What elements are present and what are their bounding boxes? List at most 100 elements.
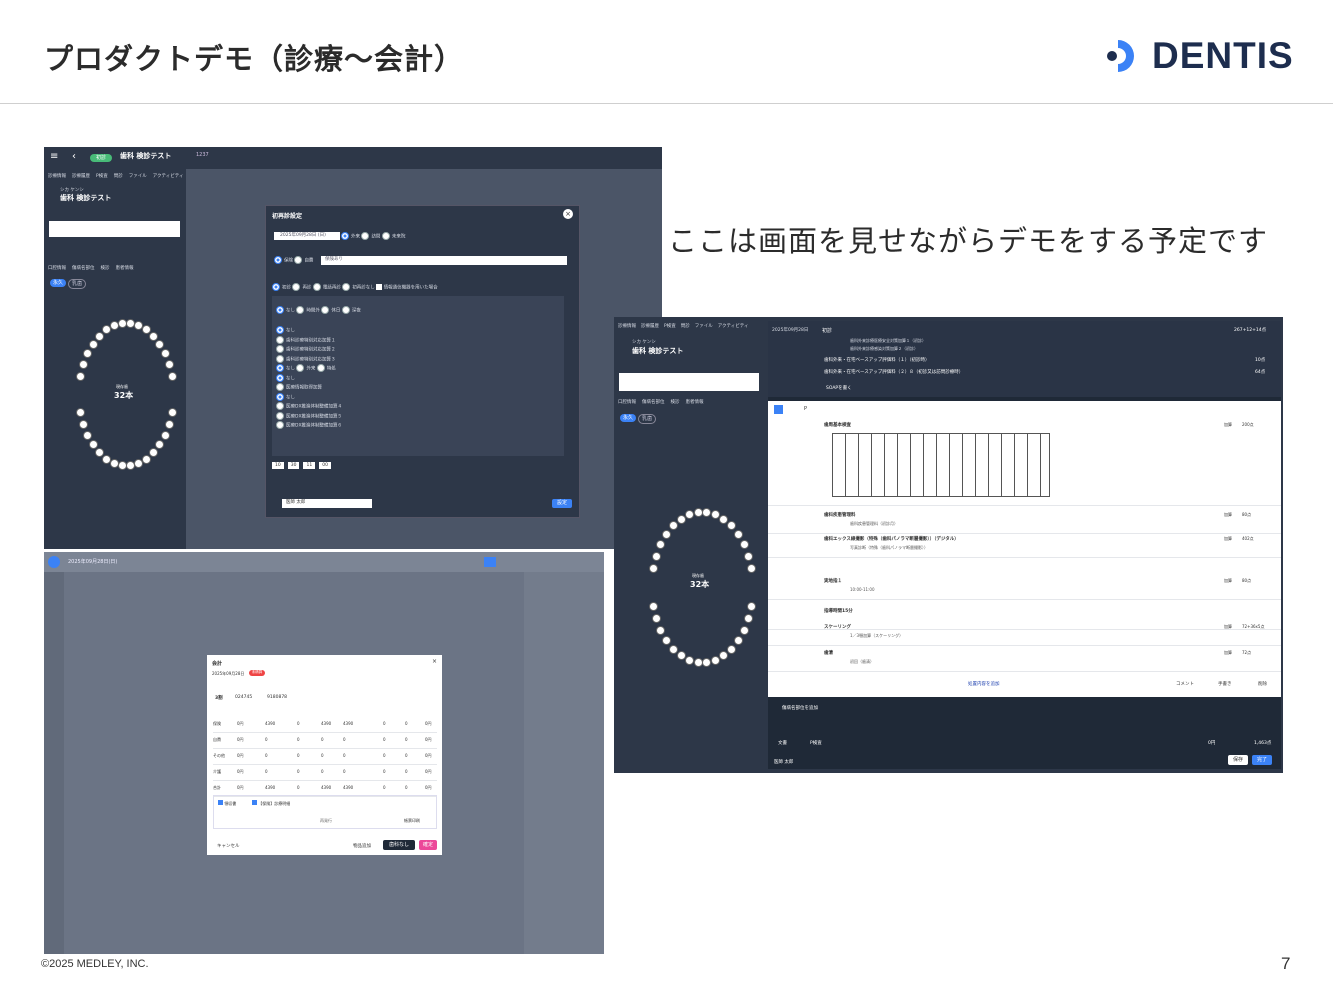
visit-option-1[interactable]: 訪問 (371, 235, 380, 240)
add-item-button[interactable]: 物品追加 (353, 843, 371, 849)
subtab-1[interactable]: 傷病名部位 (642, 399, 665, 405)
section-checkbox[interactable] (774, 405, 783, 414)
add-disease-button[interactable]: 傷病名部位を追加 (782, 705, 818, 711)
insurance-option-1[interactable]: 自費 (304, 259, 313, 264)
tooth-upper[interactable] (743, 551, 753, 561)
addon-0[interactable]: なし (286, 309, 295, 314)
list1-0[interactable]: なし (286, 329, 295, 334)
add-charge-button[interactable]: 加算 (1224, 536, 1232, 542)
time-hour-end[interactable]: 11 (303, 462, 316, 469)
tooth-lower[interactable] (656, 625, 666, 635)
subtab-1[interactable]: 傷病名部位 (72, 265, 95, 271)
category-2[interactable]: 電話再診 (323, 286, 341, 291)
doctor-select[interactable]: 医師 太郎 (282, 499, 372, 508)
list1-1[interactable]: 歯科診療特別対応加算１ (286, 338, 336, 343)
tab-5[interactable]: アクティビティ (718, 323, 749, 329)
toggle-primary[interactable]: 乳歯 (68, 279, 86, 289)
detail-check[interactable]: 【保険】診療明細 (252, 800, 290, 807)
category-3[interactable]: 初再診なし (352, 286, 375, 291)
tooth-lower[interactable] (733, 636, 743, 646)
tooth-lower[interactable] (160, 430, 170, 440)
list4-2[interactable]: 医療DX推進体制整備加算５ (286, 414, 342, 419)
procedure-entry[interactable]: 歯周基本検査 加算 200点 (768, 419, 1281, 506)
list4-1[interactable]: 医療DX推進体制整備加算４ (286, 405, 342, 410)
tooth-lower[interactable] (668, 644, 678, 654)
tooth-lower[interactable] (702, 658, 712, 668)
tooth-upper[interactable] (739, 540, 749, 550)
list1-2[interactable]: 歯科診療特別対応加算２ (286, 348, 336, 353)
add-entry-button[interactable]: 処置内容を追加 (968, 681, 1000, 687)
perio-chart-grid[interactable] (832, 433, 1050, 497)
tooth-upper[interactable] (94, 331, 104, 341)
tooth-lower[interactable] (76, 407, 86, 417)
add-charge-button[interactable]: 加算 (1224, 512, 1232, 518)
cancel-button[interactable]: キャンセル (217, 843, 240, 849)
tooth-upper[interactable] (662, 529, 672, 539)
list4-0[interactable]: なし (286, 395, 295, 400)
time-min-start[interactable]: 30 (287, 462, 300, 469)
list1-3[interactable]: 歯科診療特別対応加算３ (286, 357, 336, 362)
receipt-check[interactable]: 領収書 (218, 800, 236, 807)
tooth-lower[interactable] (743, 614, 753, 624)
tab-2[interactable]: P検査 (664, 323, 676, 329)
tab-5[interactable]: アクティビティ (153, 173, 184, 179)
print-button[interactable]: 帳票印刷 (404, 818, 420, 824)
add-charge-button[interactable]: 加算 (1224, 422, 1232, 428)
tooth-lower[interactable] (83, 430, 93, 440)
tab-4[interactable]: ファイル (695, 323, 713, 329)
toggle-permanent[interactable]: 永久 (50, 279, 66, 287)
category-1[interactable]: 再診 (302, 286, 311, 291)
tooth-upper[interactable] (88, 339, 98, 349)
soap-button[interactable]: SOAPを書く (826, 385, 852, 391)
save-button[interactable]: 保存 (1228, 755, 1248, 765)
tooth-lower[interactable] (719, 651, 729, 661)
tooth-upper[interactable] (746, 564, 756, 574)
document-button[interactable]: 文書 (778, 740, 787, 746)
tooth-upper[interactable] (656, 540, 666, 550)
time-min-end[interactable]: 00 (319, 462, 331, 469)
tooth-upper[interactable] (649, 564, 659, 574)
tooth-upper[interactable] (733, 529, 743, 539)
tab-3[interactable]: 問診 (681, 323, 690, 329)
list2-0[interactable]: なし (286, 367, 295, 372)
procedure-entry[interactable]: 歯科エックス線撮影（特殊（歯科パノラマ断層撮影））（デジタル） 写真診断（特殊（歯… (768, 533, 1281, 558)
visit-option-0[interactable]: 外来 (351, 235, 360, 240)
tooth-upper[interactable] (676, 514, 686, 524)
tooth-lower[interactable] (649, 601, 659, 611)
visit-option-2[interactable]: 未来院 (392, 235, 406, 240)
tooth-upper[interactable] (727, 521, 737, 531)
tooth-lower[interactable] (746, 601, 756, 611)
subtab-2[interactable]: 検診 (671, 399, 680, 405)
memo-field[interactable] (49, 221, 180, 237)
addon-2[interactable]: 休日 (331, 309, 340, 314)
insurance-select[interactable]: 保険あり (321, 256, 567, 265)
tooth-lower[interactable] (155, 440, 165, 450)
add-charge-button[interactable]: 加算 (1224, 578, 1232, 584)
online-checkbox-label[interactable]: 情報通信機器を用いた場合 (384, 286, 438, 291)
tooth-upper[interactable] (155, 339, 165, 349)
tooth-upper[interactable] (702, 507, 712, 517)
add-charge-button[interactable]: 加算 (1224, 624, 1232, 630)
close-icon[interactable]: × (432, 658, 437, 665)
tooth-upper[interactable] (684, 510, 694, 520)
confirm-button[interactable]: 設定 (552, 499, 572, 508)
tooth-upper[interactable] (693, 507, 703, 517)
tooth-lower[interactable] (164, 419, 174, 429)
insurance-option-0[interactable]: 保険 (284, 259, 293, 264)
subtab-2[interactable]: 検診 (101, 265, 110, 271)
tooth-lower[interactable] (739, 625, 749, 635)
tooth-upper[interactable] (83, 349, 93, 359)
tab-2[interactable]: P検査 (96, 173, 108, 179)
list3-0[interactable]: なし (286, 376, 295, 381)
procedure-entry[interactable]: 歯科疾患管理料 歯科疾患管理料（初診月） 加算 80点 (768, 509, 1281, 534)
tooth-lower[interactable] (79, 419, 89, 429)
memo-field[interactable] (619, 373, 759, 391)
list2-2[interactable]: 特処 (327, 367, 336, 372)
tooth-upper[interactable] (160, 349, 170, 359)
tab-4[interactable]: ファイル (129, 173, 147, 179)
add-charge-button[interactable]: 加算 (1224, 650, 1232, 656)
back-icon[interactable]: ‹ (72, 151, 76, 162)
confirm-pay-button[interactable]: 確定 (419, 840, 437, 850)
tooth-lower[interactable] (693, 658, 703, 668)
time-hour-start[interactable]: 10 (272, 462, 284, 469)
